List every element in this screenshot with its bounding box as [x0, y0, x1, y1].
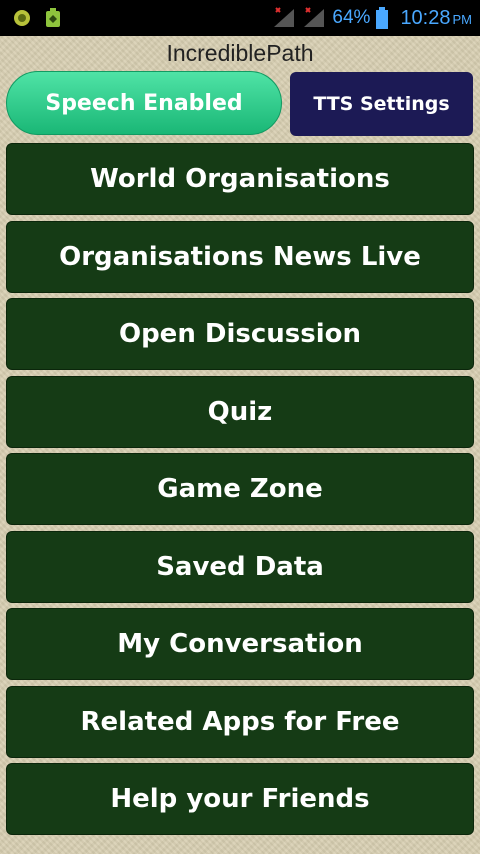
battery-icon — [376, 7, 389, 29]
clock-ampm: PM — [452, 11, 473, 27]
signal-icon — [272, 7, 296, 29]
signal-icon — [302, 7, 326, 29]
app-title: IncrediblePath — [166, 40, 314, 66]
main-menu: World Organisations Organisations News L… — [6, 143, 474, 841]
battery-percent: 64% — [332, 7, 371, 28]
menu-item-open-discussion[interactable]: Open Discussion — [6, 298, 474, 370]
menu-item-my-conversation[interactable]: My Conversation — [6, 608, 474, 680]
menu-item-quiz[interactable]: Quiz — [6, 375, 474, 448]
app-notification-icon — [12, 8, 32, 28]
speech-enabled-button[interactable]: Speech Enabled — [6, 71, 282, 135]
menu-item-related-apps[interactable]: Related Apps for Free — [6, 685, 474, 758]
clock-time: 10:28 — [400, 6, 451, 29]
status-bar: 64% 10:28 PM — [0, 0, 480, 36]
android-debug-icon — [44, 7, 62, 29]
menu-item-world-organisations[interactable]: World Organisations — [6, 143, 474, 215]
menu-item-help-your-friends[interactable]: Help your Friends — [6, 763, 474, 835]
tts-settings-button[interactable]: TTS Settings — [290, 72, 473, 136]
menu-item-organisations-news-live[interactable]: Organisations News Live — [6, 220, 474, 293]
menu-item-saved-data[interactable]: Saved Data — [6, 530, 474, 603]
menu-item-game-zone[interactable]: Game Zone — [6, 453, 474, 525]
